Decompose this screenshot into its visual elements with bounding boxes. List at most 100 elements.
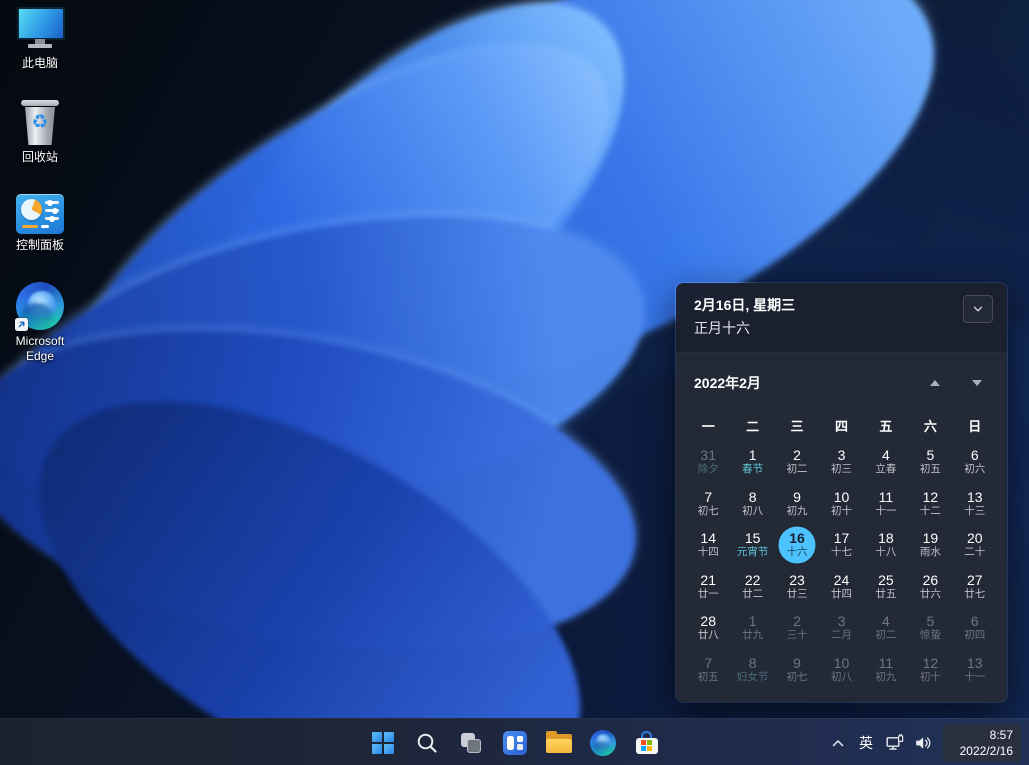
desktop-icon-this-pc[interactable]: 此电脑: [2, 6, 78, 71]
volume-button[interactable]: [909, 723, 937, 763]
day-number: 12: [923, 489, 939, 505]
calendar-day[interactable]: 11 十一: [864, 483, 908, 525]
calendar-day[interactable]: 16 十六: [775, 524, 819, 566]
calendar-day[interactable]: 17 十七: [819, 524, 863, 566]
calendar-day[interactable]: 6 初四: [953, 607, 997, 649]
calendar-month-label[interactable]: 2022年2月: [694, 373, 907, 393]
calendar-day[interactable]: 11 初九: [864, 649, 908, 691]
calendar-day[interactable]: 1 廿九: [730, 607, 774, 649]
calendar-day[interactable]: 12 初十: [908, 649, 952, 691]
calendar-day[interactable]: 28 廿八: [686, 607, 730, 649]
day-number: 13: [967, 655, 983, 671]
search-icon: [415, 731, 439, 755]
day-lunar-label: 廿二: [742, 588, 763, 601]
calendar-day[interactable]: 31 除夕: [686, 441, 730, 483]
day-number: 31: [700, 447, 716, 463]
day-lunar-label: 妇女节: [737, 671, 769, 684]
widgets-icon: [503, 731, 527, 755]
calendar-day[interactable]: 26 廿六: [908, 566, 952, 608]
calendar-day[interactable]: 24 廿四: [819, 566, 863, 608]
calendar-day[interactable]: 8 妇女节: [730, 649, 774, 691]
calendar-day[interactable]: 14 十四: [686, 524, 730, 566]
calendar-day[interactable]: 8 初八: [730, 483, 774, 525]
calendar-day[interactable]: 4 立春: [864, 441, 908, 483]
day-number: 1: [749, 447, 757, 463]
day-lunar-label: 廿六: [920, 588, 941, 601]
chevron-down-icon: [972, 380, 982, 386]
calendar-day[interactable]: 9 初七: [775, 649, 819, 691]
day-number: 27: [967, 572, 983, 588]
task-view-button[interactable]: [455, 723, 487, 763]
calendar-day[interactable]: 23 廿三: [775, 566, 819, 608]
calendar-prev-month-button[interactable]: [921, 369, 949, 397]
calendar-day[interactable]: 2 三十: [775, 607, 819, 649]
day-lunar-label: 廿九: [742, 629, 763, 642]
calendar-flyout: 2月16日, 星期三 正月十六 2022年2月 一二三四五六日 31: [675, 282, 1008, 703]
calendar-day[interactable]: 5 初五: [908, 441, 952, 483]
calendar-day[interactable]: 27 廿七: [953, 566, 997, 608]
calendar-day[interactable]: 5 惊蛰: [908, 607, 952, 649]
file-explorer-button[interactable]: [543, 723, 575, 763]
tray-overflow-button[interactable]: [825, 723, 851, 763]
calendar-day[interactable]: 18 十八: [864, 524, 908, 566]
store-button[interactable]: [631, 723, 663, 763]
calendar-day[interactable]: 13 十一: [953, 649, 997, 691]
edge-button[interactable]: [587, 723, 619, 763]
calendar-day[interactable]: 3 二月: [819, 607, 863, 649]
calendar-day[interactable]: 2 初二: [775, 441, 819, 483]
calendar-day[interactable]: 10 初十: [819, 483, 863, 525]
start-button[interactable]: [367, 723, 399, 763]
day-number: 10: [834, 489, 850, 505]
weekday-label: 六: [908, 416, 952, 435]
day-lunar-label: 初三: [831, 463, 852, 476]
desktop-icon-label: 此电脑: [22, 56, 58, 71]
day-number: 15: [745, 530, 761, 546]
calendar-day[interactable]: 4 初二: [864, 607, 908, 649]
day-lunar-label: 元宵节: [737, 546, 769, 559]
calendar-day[interactable]: 7 初五: [686, 649, 730, 691]
calendar-day[interactable]: 9 初九: [775, 483, 819, 525]
day-lunar-label: 廿三: [787, 588, 808, 601]
day-number: 23: [789, 572, 805, 588]
calendar-day[interactable]: 19 雨水: [908, 524, 952, 566]
taskbar-center-icons: [367, 719, 663, 765]
day-number: 22: [745, 572, 761, 588]
day-number: 11: [879, 489, 894, 505]
network-button[interactable]: [881, 723, 909, 763]
calendar-next-month-button[interactable]: [963, 369, 991, 397]
desktop-icon-edge[interactable]: Microsoft Edge: [2, 282, 78, 364]
calendar-day[interactable]: 22 廿二: [730, 566, 774, 608]
calendar-day[interactable]: 10 初八: [819, 649, 863, 691]
desktop-icon-label: Microsoft Edge: [3, 334, 77, 364]
calendar-day[interactable]: 21 廿一: [686, 566, 730, 608]
calendar-day[interactable]: 3 初三: [819, 441, 863, 483]
calendar-day[interactable]: 12 十二: [908, 483, 952, 525]
calendar-date-text: 2月16日, 星期三: [694, 295, 991, 315]
weekday-label: 日: [953, 416, 997, 435]
day-lunar-label: 廿五: [875, 588, 896, 601]
day-number: 7: [704, 489, 712, 505]
day-number: 26: [923, 572, 939, 588]
calendar-day[interactable]: 6 初六: [953, 441, 997, 483]
calendar-day[interactable]: 15 元宵节: [730, 524, 774, 566]
calendar-day[interactable]: 7 初七: [686, 483, 730, 525]
desktop-icon-label: 回收站: [22, 150, 58, 165]
day-number: 8: [749, 489, 757, 505]
day-lunar-label: 初五: [920, 463, 941, 476]
calendar-collapse-button[interactable]: [963, 295, 993, 323]
calendar-grid: 31 除夕 1 春节 2 初二 3 初三 4 立春: [686, 441, 997, 690]
desktop-screen: 此电脑 回收站 控制面板 Microsoft Edge: [0, 0, 1029, 765]
day-lunar-label: 除夕: [698, 463, 719, 476]
calendar-day[interactable]: 1 春节: [730, 441, 774, 483]
widgets-button[interactable]: [499, 723, 531, 763]
calendar-day[interactable]: 20 二十: [953, 524, 997, 566]
day-number: 6: [971, 447, 979, 463]
calendar-day[interactable]: 25 廿五: [864, 566, 908, 608]
clock-button[interactable]: 8:57 2022/2/16: [943, 724, 1021, 762]
search-button[interactable]: [411, 723, 443, 763]
ime-language-button[interactable]: 英: [851, 723, 881, 763]
calendar-day[interactable]: 13 十三: [953, 483, 997, 525]
desktop-icon-recycle-bin[interactable]: 回收站: [2, 100, 78, 165]
day-lunar-label: 初四: [964, 629, 985, 642]
desktop-icon-control-panel[interactable]: 控制面板: [2, 194, 78, 253]
